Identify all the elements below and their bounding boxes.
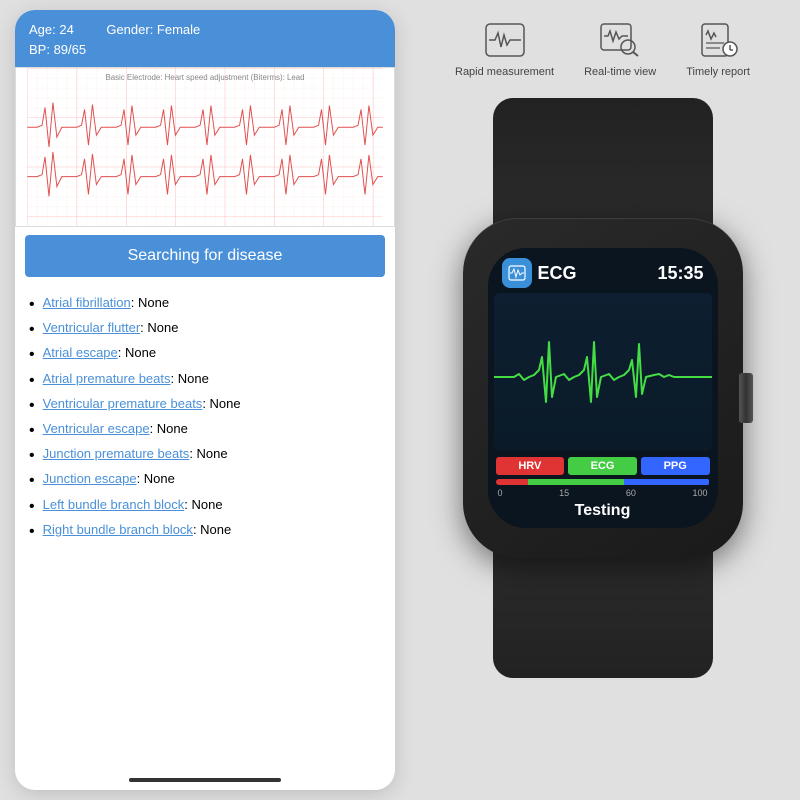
watch-body: ECG 15:35	[463, 218, 743, 558]
search-ecg-icon	[596, 20, 644, 60]
bullet: •	[29, 320, 35, 339]
phone-home-indicator	[129, 778, 281, 782]
prog-label-100: 100	[692, 488, 707, 498]
disease-name: Atrial fibrillation: None	[43, 295, 169, 310]
watch-ecg-graph	[494, 293, 712, 451]
ecg-chart: Basic Electrode: Heart speed adjustment …	[15, 67, 395, 227]
ecg-icon	[481, 20, 529, 60]
disease-name: Ventricular escape: None	[43, 421, 188, 436]
bullet: •	[29, 497, 35, 516]
search-button-label: Searching for disease	[128, 247, 283, 264]
disease-name: Atrial premature beats: None	[43, 371, 209, 386]
list-item: • Atrial fibrillation: None	[29, 295, 381, 314]
prog-label-15: 15	[559, 488, 569, 498]
prog-label-0: 0	[498, 488, 503, 498]
disease-name: Junction escape: None	[43, 471, 175, 486]
list-item: • Atrial escape: None	[29, 345, 381, 364]
bullet: •	[29, 396, 35, 415]
bullet: •	[29, 446, 35, 465]
feature-timely-report: Timely report	[686, 20, 750, 78]
disease-list: • Atrial fibrillation: None • Ventricula…	[15, 285, 395, 772]
list-item: • Ventricular premature beats: None	[29, 396, 381, 415]
badge-row: HRV ECG PPG	[496, 457, 710, 475]
feature-rapid-measurement: Rapid measurement	[455, 20, 554, 78]
list-item: • Junction escape: None	[29, 471, 381, 490]
ecg-badge: ECG	[568, 457, 637, 475]
watch-app-info: ECG	[502, 258, 577, 288]
watch-panel: Rapid measurement Real-time view	[405, 0, 800, 800]
watch-crown	[739, 373, 753, 423]
prog-label-60: 60	[626, 488, 636, 498]
rapid-measurement-label: Rapid measurement	[455, 66, 554, 78]
gender-label: Gender: Female	[106, 22, 200, 37]
bullet: •	[29, 471, 35, 490]
disease-name: Ventricular flutter: None	[43, 320, 179, 335]
list-item: • Left bundle branch block: None	[29, 497, 381, 516]
list-item: • Junction premature beats: None	[29, 446, 381, 465]
bullet: •	[29, 345, 35, 364]
bullet: •	[29, 522, 35, 541]
disease-name: Left bundle branch block: None	[43, 497, 223, 512]
watch-top-bar: ECG 15:35	[488, 248, 718, 293]
age-gender-line: Age: 24 Gender: Female	[29, 20, 381, 40]
list-item: • Ventricular escape: None	[29, 421, 381, 440]
age-label: Age: 24	[29, 22, 74, 37]
hrv-progress	[496, 479, 528, 485]
bp-label: BP: 89/65	[29, 40, 381, 60]
list-item: • Ventricular flutter: None	[29, 320, 381, 339]
bullet: •	[29, 421, 35, 440]
main-container: Age: 24 Gender: Female BP: 89/65	[0, 0, 800, 800]
realtime-view-label: Real-time view	[584, 66, 656, 78]
list-item: • Atrial premature beats: None	[29, 371, 381, 390]
features-row: Rapid measurement Real-time view	[455, 20, 750, 78]
watch-ecg-label: ECG	[538, 263, 577, 284]
report-icon	[694, 20, 742, 60]
phone-header: Age: 24 Gender: Female BP: 89/65	[15, 10, 395, 67]
list-item: • Right bundle branch block: None	[29, 522, 381, 541]
bullet: •	[29, 371, 35, 390]
timely-report-label: Timely report	[686, 66, 750, 78]
watch-bottom-section: HRV ECG PPG 0 15 60	[488, 451, 718, 528]
progress-labels: 0 15 60 100	[496, 488, 710, 498]
phone-panel: Age: 24 Gender: Female BP: 89/65	[15, 10, 395, 790]
disease-name: Atrial escape: None	[43, 345, 156, 360]
hrv-badge: HRV	[496, 457, 565, 475]
ppg-badge: PPG	[641, 457, 710, 475]
disease-name: Right bundle branch block: None	[43, 522, 232, 537]
watch-wrapper: ECG 15:35	[448, 98, 758, 678]
bullet: •	[29, 295, 35, 314]
search-disease-button[interactable]: Searching for disease	[25, 235, 385, 277]
watch-screen: ECG 15:35	[488, 248, 718, 528]
ppg-progress	[624, 479, 710, 485]
progress-bar	[496, 479, 710, 485]
watch-time: 15:35	[657, 263, 703, 284]
disease-name: Ventricular premature beats: None	[43, 396, 241, 411]
feature-realtime-view: Real-time view	[584, 20, 656, 78]
ecg-progress	[528, 479, 624, 485]
svg-text:Basic Electrode: Heart speed a: Basic Electrode: Heart speed adjustment …	[105, 73, 304, 82]
watch-app-icon	[502, 258, 532, 288]
disease-name: Junction premature beats: None	[43, 446, 228, 461]
watch-status-label: Testing	[496, 502, 710, 520]
